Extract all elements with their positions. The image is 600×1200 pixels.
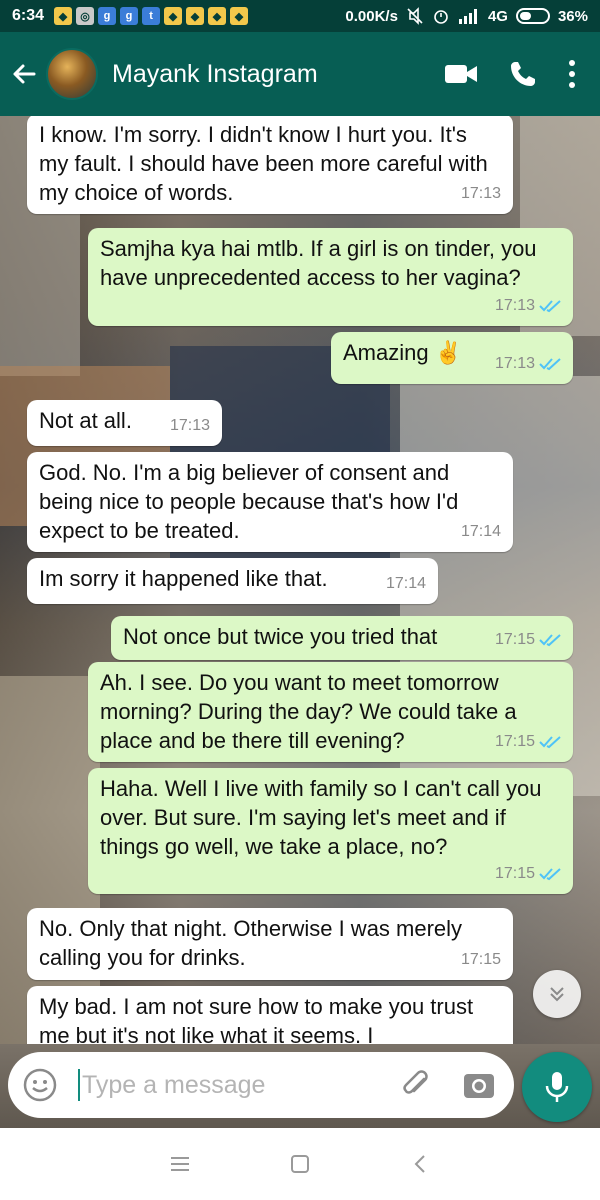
phone-icon[interactable] [508, 59, 538, 89]
victory-hand-emoji: ✌ [434, 340, 463, 365]
chat-area[interactable]: I know. I'm sorry. I didn't know I hurt … [0, 116, 600, 1044]
text-caret [78, 1069, 80, 1101]
message-meta: 17:15 [495, 727, 561, 756]
message-time: 17:14 [385, 575, 426, 592]
double-tick-icon [539, 735, 561, 748]
snapchat-icon: ◆ [54, 7, 73, 25]
double-tick-icon [539, 299, 561, 312]
attach-icon[interactable] [398, 1067, 434, 1103]
message-time: 17:15 [494, 733, 535, 750]
header-actions [444, 59, 576, 89]
microphone-icon [545, 1072, 569, 1102]
twitter-icon: t [142, 7, 161, 25]
message-meta: 17:15 [495, 625, 561, 654]
back-button[interactable] [2, 32, 46, 116]
message-bubble-incoming[interactable]: My bad. I am not sure how to make you tr… [27, 986, 513, 1044]
chat-header: Mayank Instagram [0, 32, 600, 116]
message-input[interactable] [82, 1070, 382, 1100]
message-time: 17:15 [494, 865, 535, 882]
message-meta: 17:14 [461, 517, 501, 546]
message-time: 17:15 [460, 951, 501, 968]
message-text: Im sorry it happened like that. [39, 566, 328, 591]
double-tick-icon [539, 357, 561, 370]
message-text: Ah. I see. Do you want to meet tomorrow … [100, 670, 517, 753]
message-time: 17:13 [169, 417, 210, 434]
message-bubble-incoming[interactable]: Im sorry it happened like that. 17:14 [27, 558, 438, 604]
double-tick-icon [539, 633, 561, 646]
instagram-icon: ◎ [76, 7, 95, 25]
message-bubble-outgoing[interactable]: Not once but twice you tried that 17:15 [111, 616, 573, 660]
double-tick-icon [539, 867, 561, 880]
notification-icons: ◆ ◎ g g t ◆ ◆ ◆ ◆ [54, 7, 249, 25]
message-text: God. No. I'm a big believer of consent a… [39, 460, 459, 543]
battery-level: 36% [557, 7, 588, 25]
message-meta: 17:15 [461, 945, 501, 974]
google-plus-icon: g [98, 7, 117, 25]
message-text: Haha. Well I live with family so I can't… [100, 776, 542, 859]
arrow-left-icon [13, 64, 36, 84]
message-bubble-incoming[interactable]: Not at all. 17:13 [27, 400, 222, 446]
network-type: 4G [487, 7, 508, 25]
snapchat-icon: ◆ [230, 7, 249, 25]
message-meta: 17:13 [170, 411, 210, 440]
message-bubble-outgoing[interactable]: Amazing ✌ 17:13 [331, 332, 573, 384]
contact-name[interactable]: Mayank Instagram [112, 60, 318, 89]
message-bubble-incoming[interactable]: No. Only that night. Otherwise I was mer… [27, 908, 513, 980]
back-nav-button[interactable] [360, 1128, 480, 1200]
network-speed: 0.00K/s [345, 7, 398, 25]
mute-icon [407, 7, 423, 25]
message-time: 17:13 [494, 297, 535, 314]
alarm-icon [434, 10, 448, 24]
compose-box[interactable] [8, 1052, 514, 1118]
voice-message-button[interactable] [522, 1052, 592, 1122]
home-square-icon [291, 1155, 309, 1173]
message-bubble-incoming[interactable]: I know. I'm sorry. I didn't know I hurt … [27, 116, 513, 214]
menu-nav-button[interactable] [120, 1128, 240, 1200]
status-time: 6:34 [12, 7, 45, 24]
more-options-icon[interactable] [568, 59, 576, 89]
video-call-icon[interactable] [444, 62, 478, 86]
status-right: 0.00K/s 4G 36% [345, 7, 588, 25]
message-meta: 17:14 [386, 569, 426, 598]
status-bar: 6:34 ◆ ◎ g g t ◆ ◆ ◆ ◆ 0.00K/s 4G 36% [0, 0, 600, 32]
system-nav-bar [0, 1128, 600, 1200]
compose-bar [0, 1044, 600, 1128]
avatar[interactable] [46, 48, 98, 100]
camera-icon[interactable] [462, 1068, 496, 1102]
message-text: No. Only that night. Otherwise I was mer… [39, 916, 463, 970]
message-text-content: Amazing [343, 340, 429, 365]
message-bubble-incoming[interactable]: God. No. I'm a big believer of consent a… [27, 452, 513, 552]
message-time: 17:13 [494, 355, 535, 372]
message-meta: 17:15 [495, 859, 561, 888]
home-nav-button[interactable] [240, 1128, 360, 1200]
chevron-double-down-icon [550, 987, 564, 1002]
signal-icon [458, 9, 477, 24]
google-plus-icon: g [120, 7, 139, 25]
message-time: 17:14 [460, 523, 501, 540]
back-chevron-icon [414, 1155, 425, 1173]
message-meta: 17:13 [495, 291, 561, 320]
message-time: 17:15 [494, 631, 535, 648]
message-bubble-outgoing[interactable]: Samjha kya hai mtlb. If a girl is on tin… [88, 228, 573, 326]
message-text: My bad. I am not sure how to make you tr… [39, 994, 474, 1044]
battery-icon [515, 8, 550, 24]
message-text: I know. I'm sorry. I didn't know I hurt … [39, 122, 488, 205]
message-time: 17:13 [460, 185, 501, 202]
message-meta: 17:13 [461, 179, 501, 208]
message-bubble-outgoing[interactable]: Haha. Well I live with family so I can't… [88, 768, 573, 894]
scroll-to-bottom-button[interactable] [533, 970, 581, 1018]
emoji-icon[interactable] [22, 1067, 58, 1103]
snapchat-icon: ◆ [186, 7, 205, 25]
message-meta: 17:13 [495, 349, 561, 378]
menu-icon [171, 1157, 189, 1171]
snapchat-icon: ◆ [164, 7, 183, 25]
message-text: Samjha kya hai mtlb. If a girl is on tin… [100, 236, 537, 290]
snapchat-icon: ◆ [208, 7, 227, 25]
message-bubble-outgoing[interactable]: Ah. I see. Do you want to meet tomorrow … [88, 662, 573, 762]
